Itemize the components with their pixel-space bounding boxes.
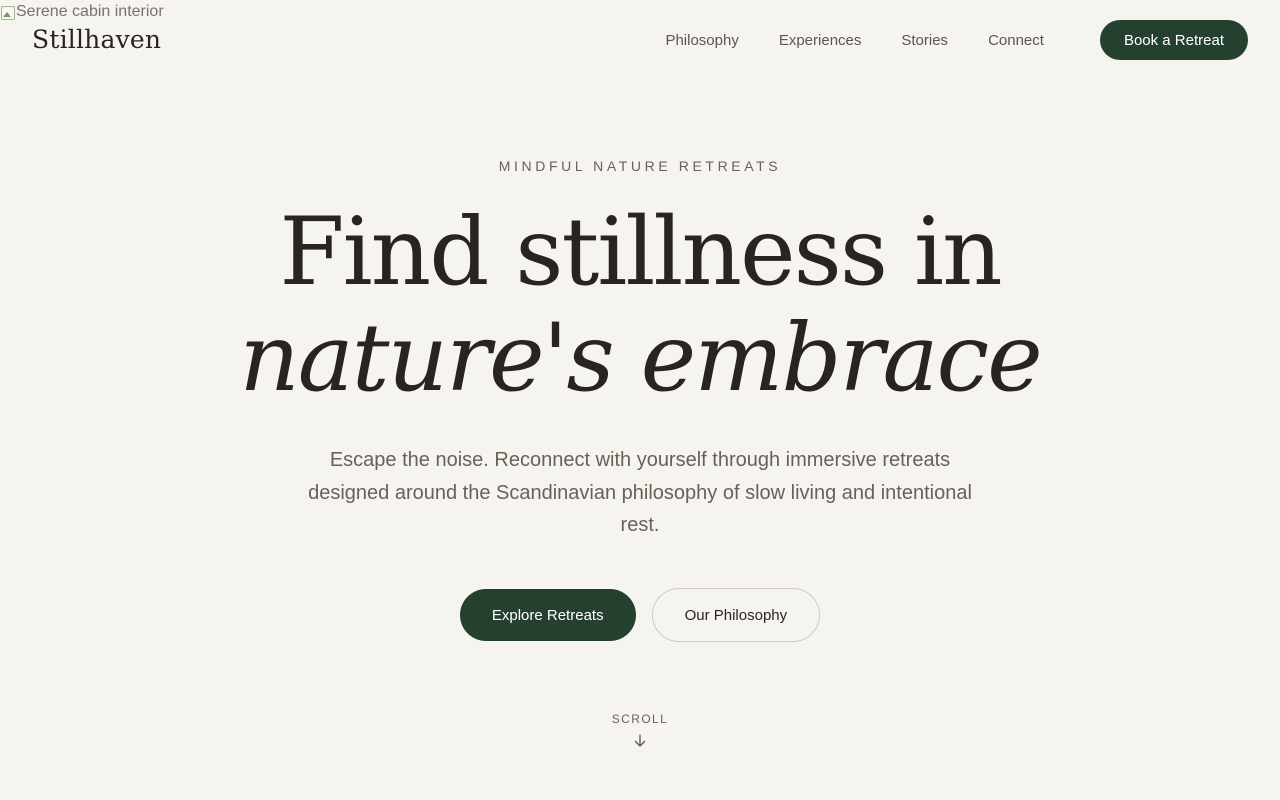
- hero-image-alt: Serene cabin interior: [16, 3, 164, 20]
- hero-actions: Explore Retreats Our Philosophy: [0, 588, 1280, 642]
- arrow-down-icon: [634, 734, 646, 747]
- nav-link-experiences[interactable]: Experiences: [779, 32, 862, 49]
- book-retreat-button[interactable]: Book a Retreat: [1099, 20, 1248, 60]
- nav-link-stories[interactable]: Stories: [901, 32, 948, 49]
- main-nav: Philosophy Experiences Stories Connect B…: [665, 20, 1248, 60]
- scroll-label: SCROLL: [611, 712, 669, 726]
- hero-image: Serene cabin interior: [0, 2, 164, 22]
- headline-line-2: nature's embrace: [239, 304, 1043, 413]
- hero-description: Escape the noise. Reconnect with yoursel…: [308, 449, 972, 536]
- hero-headline: Find stillness in nature's embrace: [0, 200, 1280, 412]
- broken-image-icon: [0, 4, 15, 20]
- scroll-indicator[interactable]: SCROLL: [0, 712, 1280, 748]
- our-philosophy-button[interactable]: Our Philosophy: [651, 588, 821, 642]
- nav-link-philosophy[interactable]: Philosophy: [665, 32, 738, 49]
- explore-retreats-button[interactable]: Explore Retreats: [459, 589, 636, 641]
- brand-logo[interactable]: Stillhaven: [32, 25, 161, 54]
- hero-eyebrow: MINDFUL NATURE RETREATS: [498, 158, 782, 174]
- nav-link-connect[interactable]: Connect: [988, 32, 1044, 49]
- headline-line-1: Find stillness in: [279, 198, 1002, 307]
